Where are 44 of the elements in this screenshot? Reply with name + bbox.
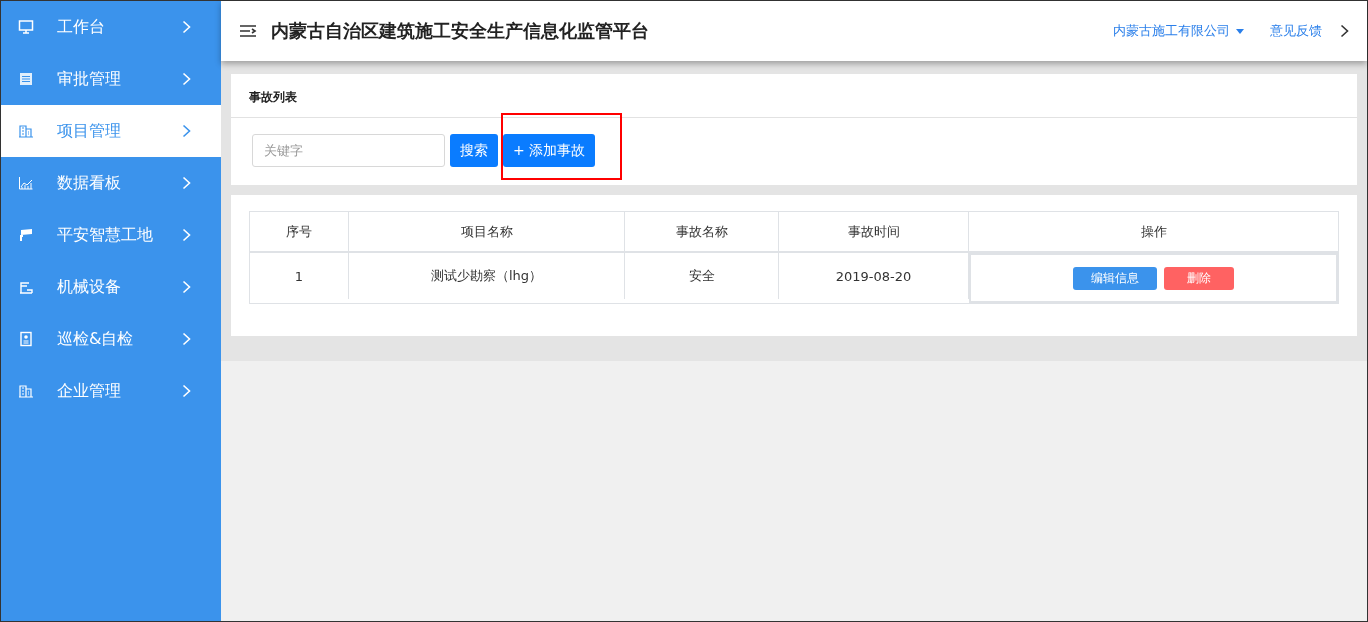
delete-button[interactable]: 删除	[1164, 266, 1234, 290]
chevron-right-icon	[182, 332, 191, 346]
sidebar-item[interactable]: 企业管理	[1, 365, 221, 417]
sidebar-item[interactable]: 审批管理	[1, 53, 221, 105]
feedback-link[interactable]: 意见反馈	[1270, 22, 1322, 40]
company-dropdown[interactable]: 内蒙古施工有限公司	[1113, 22, 1244, 40]
keyword-input[interactable]: 关键字	[252, 134, 445, 167]
chart-icon	[18, 175, 34, 191]
sidebar-item[interactable]: 项目管理	[1, 105, 221, 157]
column-header: 事故时间	[779, 212, 969, 253]
chevron-right-icon	[182, 20, 191, 34]
building-icon	[18, 383, 34, 399]
search-button[interactable]: 搜索	[450, 134, 498, 167]
chevron-right-icon	[182, 384, 191, 398]
column-header: 序号	[250, 212, 349, 253]
table-cell: 测试少勘察（lhg）	[349, 253, 625, 299]
sidebar-item[interactable]: 平安智慧工地	[1, 209, 221, 261]
table-cell: 2019-08-20	[779, 253, 969, 299]
menu-icon[interactable]	[239, 24, 257, 38]
monitor-icon	[18, 19, 34, 35]
panel-title: 事故列表	[231, 74, 1357, 118]
table-cell: 1	[250, 253, 349, 299]
chevron-right-icon	[182, 124, 191, 138]
sidebar-item[interactable]: 巡检&自检	[1, 313, 221, 365]
chevron-right-icon[interactable]	[1340, 24, 1349, 38]
app-title: 内蒙古自治区建筑施工安全生产信息化监管平台	[271, 19, 650, 43]
id-card-icon	[18, 331, 34, 347]
list-icon	[18, 71, 34, 87]
add-accident-button[interactable]: + 添加事故	[503, 134, 596, 167]
chevron-right-icon	[182, 280, 191, 294]
chevron-right-icon	[182, 72, 191, 86]
chevron-right-icon	[182, 176, 191, 190]
column-header: 事故名称	[625, 212, 779, 253]
sidebar-item[interactable]: 机械设备	[1, 261, 221, 313]
caret-icon	[1236, 28, 1244, 34]
table-cell: 安全	[625, 253, 779, 299]
edit-button[interactable]: 编辑信息	[1073, 266, 1157, 290]
column-header: 项目名称	[349, 212, 625, 253]
sidebar-item[interactable]: 数据看板	[1, 157, 221, 209]
sidebar-item[interactable]: 工作台	[1, 1, 221, 53]
column-header: 操作	[969, 212, 1338, 253]
building-icon	[18, 123, 34, 139]
camera-icon	[18, 227, 34, 243]
chevron-right-icon	[182, 228, 191, 242]
